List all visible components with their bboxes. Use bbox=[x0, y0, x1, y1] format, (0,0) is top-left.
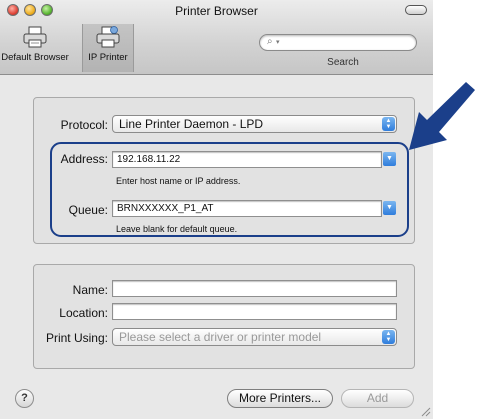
resize-grip-icon[interactable] bbox=[421, 407, 431, 417]
search-area: ⌕ ▾ Search bbox=[259, 34, 417, 68]
protocol-label: Protocol: bbox=[60, 118, 108, 132]
print-using-popup[interactable]: Please select a driver or printer model … bbox=[112, 328, 397, 346]
title-bar: Printer Browser Default Browser IP Print… bbox=[0, 0, 433, 75]
printer-icon bbox=[23, 26, 47, 48]
search-field[interactable]: ⌕ ▾ bbox=[259, 34, 417, 51]
printer-browser-window: Printer Browser Default Browser IP Print… bbox=[0, 0, 433, 419]
window-title: Printer Browser bbox=[175, 4, 258, 18]
search-label: Search bbox=[327, 57, 359, 68]
toolbar-toggle-button[interactable] bbox=[405, 5, 427, 15]
add-button[interactable]: Add bbox=[341, 389, 414, 408]
up-down-arrows-icon: ▲ ▼ bbox=[382, 117, 395, 131]
highlight-outline bbox=[50, 142, 409, 237]
chevron-down-icon: ▾ bbox=[276, 39, 280, 46]
default-browser-button[interactable]: Default Browser bbox=[0, 24, 70, 72]
ip-printer-button[interactable]: IP Printer bbox=[82, 24, 134, 72]
default-browser-label: Default Browser bbox=[1, 52, 69, 63]
location-label: Location: bbox=[59, 306, 108, 320]
annotation-arrow-icon bbox=[409, 82, 475, 150]
search-icon: ⌕ bbox=[267, 36, 273, 47]
name-label: Name: bbox=[72, 283, 108, 297]
protocol-value: Line Printer Daemon - LPD bbox=[119, 117, 264, 131]
more-printers-button[interactable]: More Printers... bbox=[227, 389, 333, 408]
protocol-popup[interactable]: Line Printer Daemon - LPD ▲ ▼ bbox=[112, 115, 397, 133]
name-field[interactable] bbox=[112, 280, 397, 297]
print-using-value: Please select a driver or printer model bbox=[119, 330, 322, 344]
network-printer-icon bbox=[96, 26, 120, 48]
print-using-label: Print Using: bbox=[45, 331, 108, 345]
location-field[interactable] bbox=[112, 303, 397, 320]
ip-printer-label: IP Printer bbox=[88, 52, 128, 63]
help-button[interactable]: ? bbox=[15, 389, 34, 408]
up-down-arrows-icon: ▲ ▼ bbox=[382, 330, 395, 344]
